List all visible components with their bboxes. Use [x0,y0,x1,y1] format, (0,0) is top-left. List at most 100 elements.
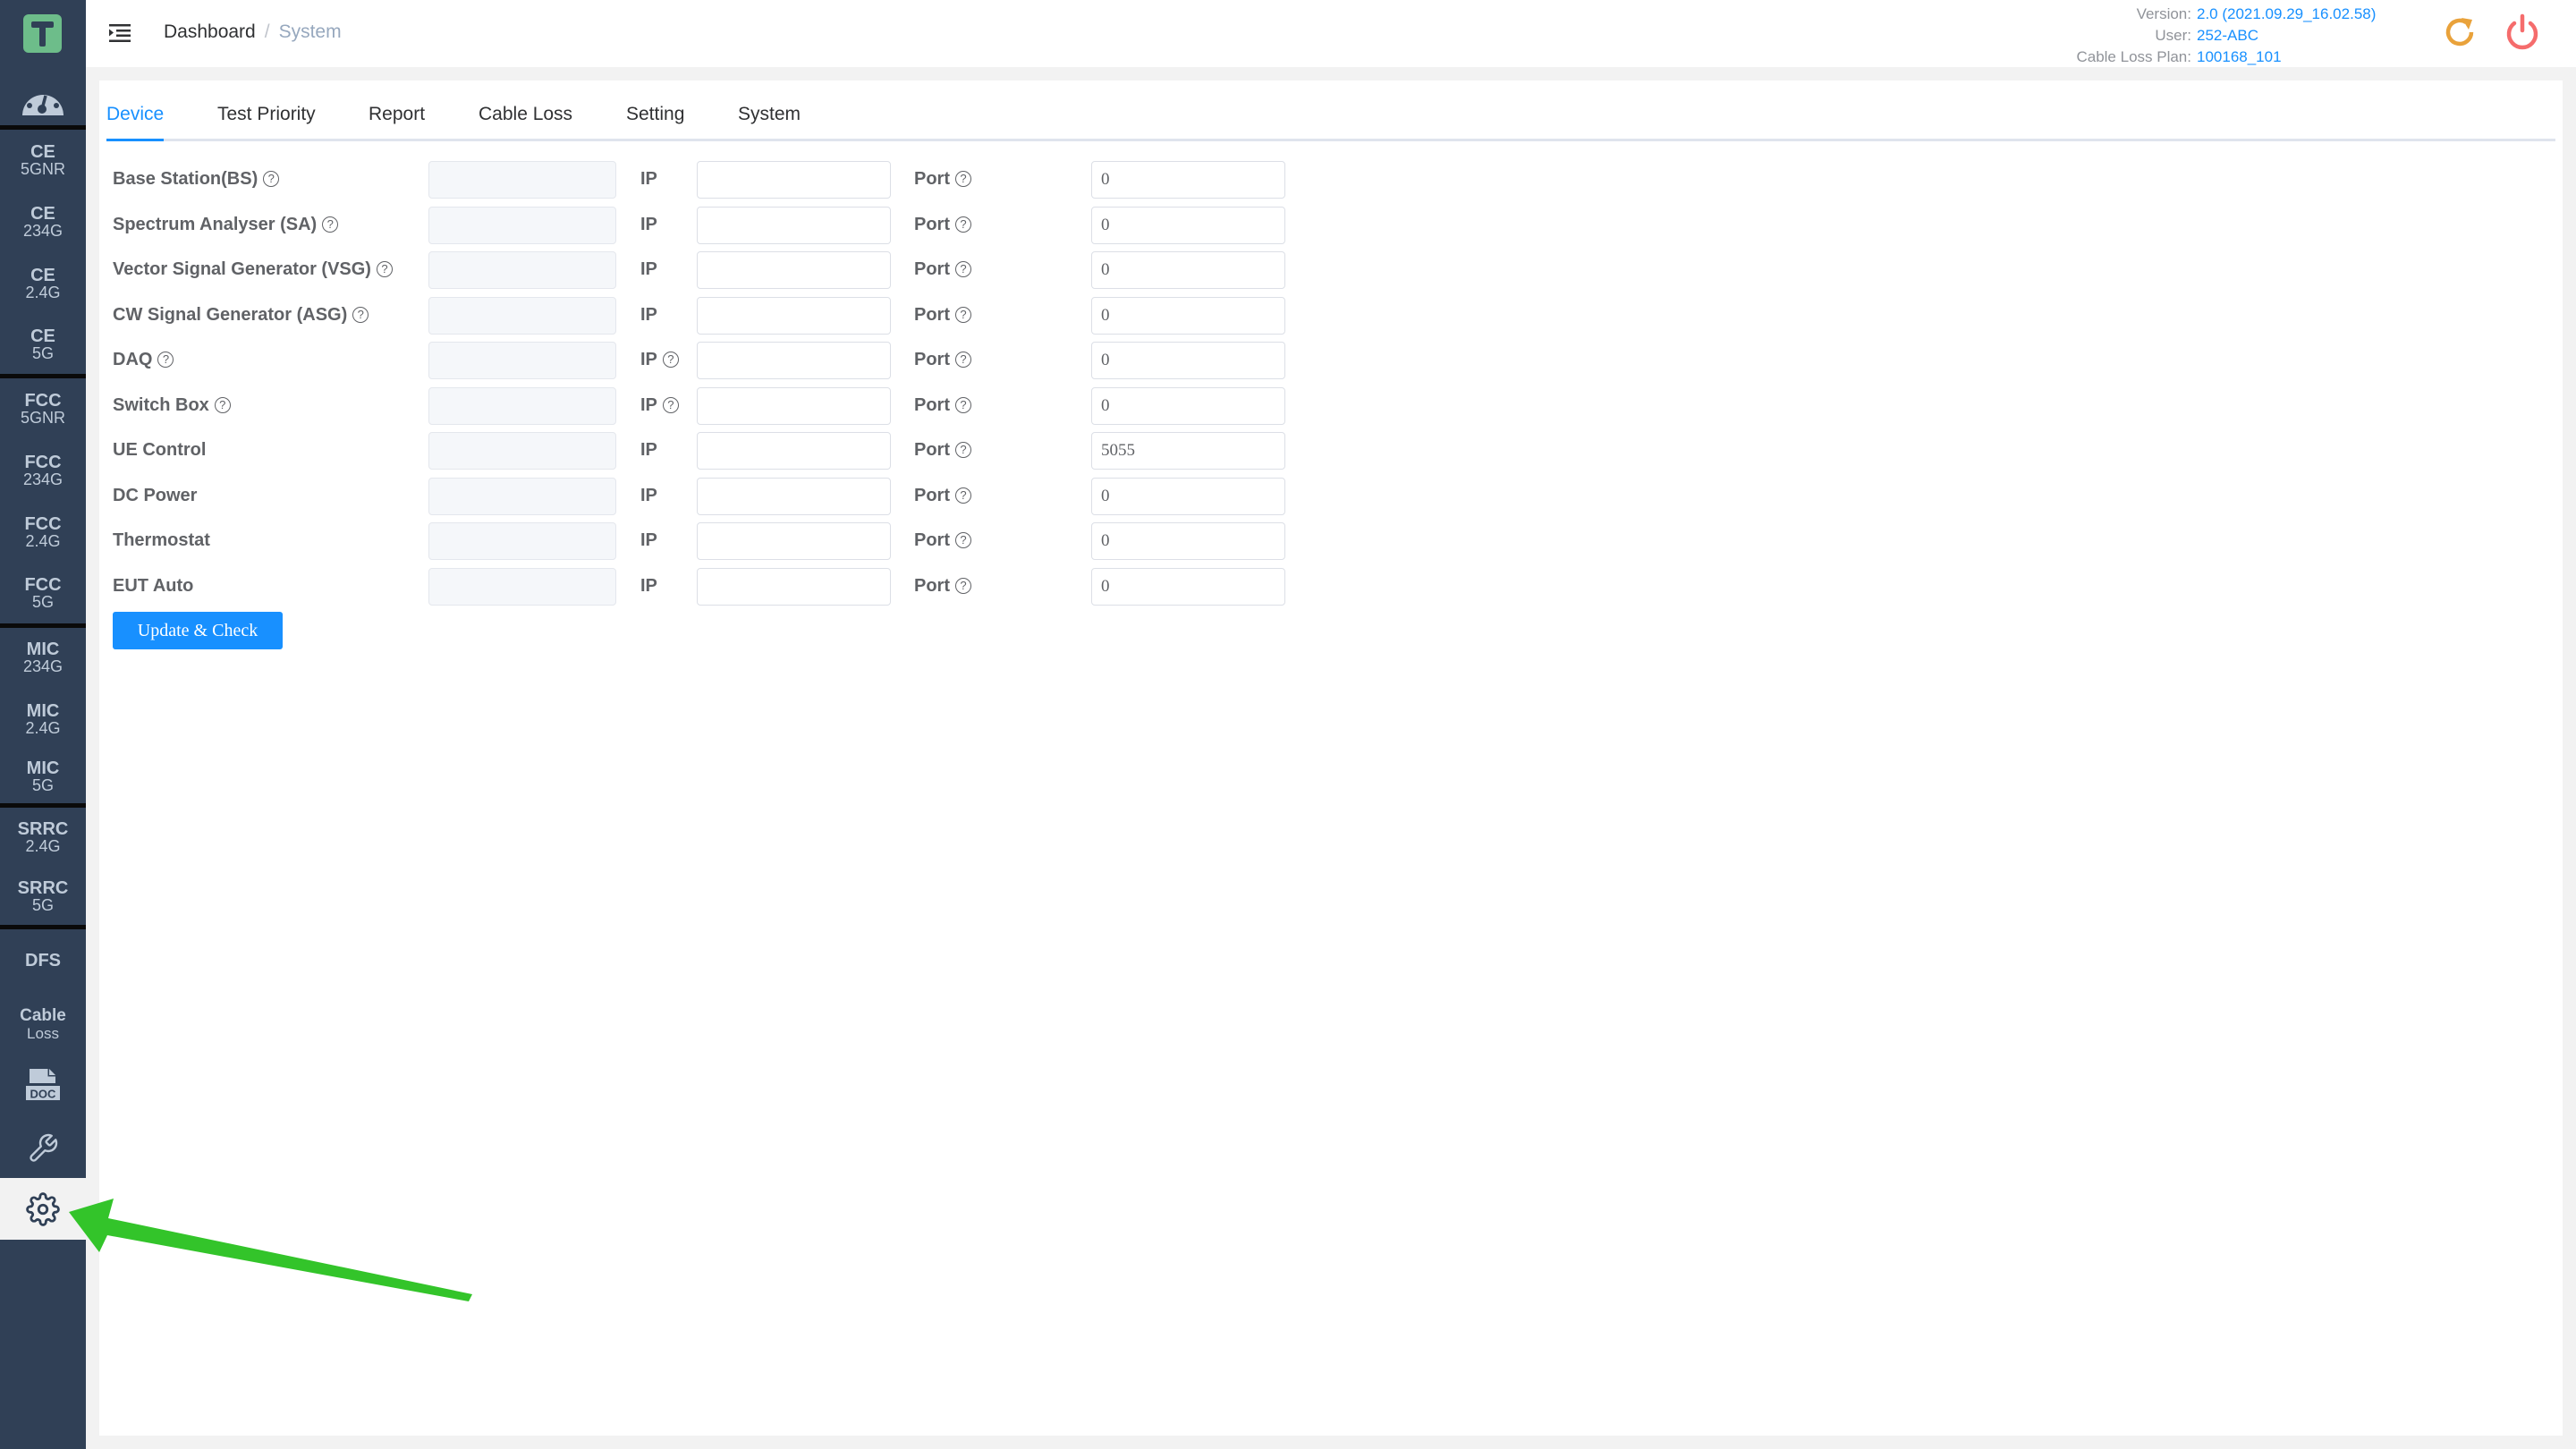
sidebar-item-fcc-234g[interactable]: FCC 234G [0,440,86,502]
device-name-field [428,386,616,425]
device-row-dc-power: DC Power IP Port? 0 [113,477,1285,515]
device-name-field [428,251,616,289]
port-input[interactable]: 0 [1091,477,1285,515]
port-help-icon[interactable]: ? [955,396,971,413]
port-help-icon[interactable]: ? [955,261,971,277]
sidebar-item-ce-234g[interactable]: CE 234G [0,191,86,253]
sidebar-item-srrc-2-4g[interactable]: SRRC 2.4G [0,807,86,869]
help-icon[interactable]: ? [352,306,369,323]
ip-input[interactable] [697,296,891,335]
port-help-icon[interactable]: ? [955,532,971,548]
help-icon[interactable]: ? [322,216,339,233]
sidebar: DOC CE 5GNR CE 234G CE 2.4G CE 5G FCC 5GNR FCC 234G… [0,0,86,1449]
refresh-icon[interactable] [2442,14,2478,50]
help-icon[interactable]: ? [157,352,174,368]
breadcrumb-dashboard[interactable]: Dashboard [164,21,256,42]
sidebar-item-ce-5gnr[interactable]: CE 5GNR [0,130,86,191]
port-help-icon[interactable]: ? [955,577,971,594]
tab-setting[interactable]: Setting [626,104,684,125]
app-logo[interactable] [23,14,62,53]
sidebar-item-fcc-5g[interactable]: FCC 5G [0,564,86,623]
breadcrumb: Dashboard / System [164,21,342,43]
port-help-icon[interactable]: ? [955,487,971,504]
sidebar-item-ce-5g[interactable]: CE 5G [0,315,86,374]
tab-cable-loss[interactable]: Cable Loss [479,104,572,125]
ip-help-icon[interactable]: ? [662,396,679,413]
device-label: Spectrum Analyser (SA)? [113,215,339,235]
update-check-button[interactable]: Update & Check [113,612,283,649]
tab-system[interactable]: System [738,104,801,125]
port-input[interactable]: 0 [1091,161,1285,199]
device-row-ue-control: UE Control IP Port? 5055 [113,432,1285,470]
ip-input[interactable] [697,161,891,199]
tab-test-priority[interactable]: Test Priority [217,104,316,125]
ip-label: IP [640,214,657,234]
device-name-field [428,296,616,335]
version-value: 2.0 (2021.09.29_16.02.58) [2197,5,2377,22]
ip-input[interactable] [697,567,891,606]
sidebar-item-settings[interactable] [0,1178,86,1240]
sidebar-item-sublabel: 5G [31,776,54,794]
port-help-icon[interactable]: ? [955,216,971,233]
device-name-field [428,342,616,379]
port-input[interactable]: 0 [1091,567,1285,606]
port-input[interactable]: 0 [1091,251,1285,289]
ip-input[interactable] [697,251,891,289]
gear-icon [26,1191,60,1226]
help-icon[interactable]: ? [214,396,231,413]
device-label: Thermostat [113,530,210,550]
port-help-icon[interactable]: ? [955,171,971,187]
sidebar-item-ce-2-4g[interactable]: CE 2.4G [0,253,86,315]
sidebar-item-cable-loss[interactable]: Cable Loss [0,993,86,1055]
tab-report[interactable]: Report [369,104,425,125]
sidebar-item-mic-5g[interactable]: MIC 5G [0,750,86,803]
tab-device[interactable]: Device [106,104,164,125]
sidebar-item-srrc-5g[interactable]: SRRC 5G [0,869,86,925]
device-name-field [428,522,616,560]
sidebar-item-tools[interactable] [0,1118,86,1178]
sidebar-item-fcc-5gnr[interactable]: FCC 5GNR [0,378,86,440]
port-help-icon[interactable]: ? [955,306,971,323]
logo-t-icon [31,21,54,47]
sidebar-item-mic-2-4g[interactable]: MIC 2.4G [0,689,86,750]
active-tab-indicator [106,139,164,141]
ip-input[interactable] [697,432,891,470]
device-name-field [428,206,616,244]
port-label: Port? [914,576,971,597]
ip-help-icon[interactable]: ? [662,352,679,368]
ip-input[interactable] [697,522,891,560]
port-help-icon[interactable]: ? [955,352,971,368]
port-input[interactable]: 0 [1091,296,1285,335]
sidebar-item-mic-234g[interactable]: MIC 234G [0,627,86,689]
port-input[interactable]: 0 [1091,386,1285,425]
port-input[interactable]: 0 [1091,342,1285,379]
port-input[interactable]: 0 [1091,206,1285,244]
help-icon[interactable]: ? [263,171,280,187]
port-input[interactable]: 5055 [1091,432,1285,470]
sidebar-item-fcc-2-4g[interactable]: FCC 2.4G [0,502,86,564]
sidebar-item-label: CE [30,326,55,346]
ip-label: IP [640,485,657,505]
port-label: Port? [914,305,971,326]
ip-input[interactable] [697,386,891,425]
port-help-icon[interactable]: ? [955,442,971,458]
dashboard-gauge-icon [22,87,64,115]
sidebar-item-dashboard[interactable] [0,73,86,125]
help-icon[interactable]: ? [376,261,393,277]
device-label: Vector Signal Generator (VSG)? [113,259,393,280]
sidebar-item-dfs[interactable]: DFS [0,928,86,993]
wrench-icon [30,1133,58,1162]
port-input[interactable]: 0 [1091,522,1285,560]
user-value: 252-ABC [2197,27,2258,44]
power-logout-icon[interactable] [2504,13,2540,52]
ip-input[interactable] [697,206,891,244]
menu-fold-icon[interactable] [109,23,131,43]
sidebar-item-label: FCC [24,391,62,411]
ip-input[interactable] [697,342,891,379]
sidebar-item-doc[interactable]: DOC [0,1055,86,1118]
ip-input[interactable] [697,477,891,515]
sidebar-divider [0,374,86,378]
top-header: Dashboard / System Version: 2.0 (2021.09.29… [86,0,2576,67]
sidebar-item-sublabel: 234G [22,222,64,240]
ip-label: IP [640,575,657,596]
